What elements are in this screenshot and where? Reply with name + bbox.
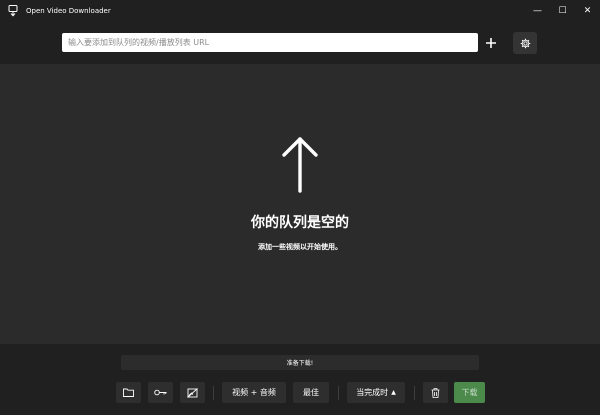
url-input[interactable] [62, 33, 478, 52]
maximize-button[interactable]: ☐ [550, 0, 575, 22]
no-image-icon [187, 387, 198, 398]
format-label: 视频 + 音频 [232, 388, 276, 397]
title-bar: Open Video Downloader — ☐ ✕ [0, 0, 600, 22]
status-bar: 准备下载! [121, 355, 479, 370]
queue-area: 你的队列是空的 添加一些视频以开始使用。 [0, 64, 600, 344]
bottom-toolbar: 准备下载! 视频 + 音频 最佳 当完成时 ▲ 下载 [0, 344, 600, 415]
trash-icon [431, 387, 440, 398]
window-title: Open Video Downloader [26, 7, 111, 15]
empty-queue-title: 你的队列是空的 [251, 215, 349, 231]
minimize-button[interactable]: — [525, 0, 550, 22]
status-text: 准备下载! [286, 360, 314, 367]
folder-icon [123, 388, 134, 397]
format-select[interactable]: 视频 + 音频 [222, 382, 286, 403]
open-folder-button[interactable] [116, 382, 141, 403]
caret-up-icon: ▲ [391, 389, 396, 396]
settings-button[interactable] [513, 32, 537, 54]
cookies-button[interactable] [148, 382, 173, 403]
gear-icon [520, 38, 530, 48]
toolbar-divider [213, 386, 214, 400]
url-bar-area [0, 22, 600, 64]
toolbar-divider [414, 386, 415, 400]
toolbar-divider [338, 386, 339, 400]
download-label: 下载 [461, 388, 478, 397]
after-completion-label: 当完成时 [356, 388, 389, 397]
app-logo-icon [6, 4, 20, 18]
download-button[interactable]: 下载 [454, 382, 485, 403]
quality-select[interactable]: 最佳 [293, 382, 329, 403]
arrow-up-icon [282, 137, 318, 193]
after-completion-menu[interactable]: 当完成时 ▲ [347, 382, 405, 403]
empty-queue-subtitle: 添加一些视频以开始使用。 [258, 243, 342, 251]
window-controls: — ☐ ✕ [525, 0, 600, 22]
key-icon [154, 389, 167, 396]
thumbnail-toggle-button[interactable] [180, 382, 205, 403]
close-button[interactable]: ✕ [575, 0, 600, 22]
clear-queue-button[interactable] [423, 382, 448, 403]
plus-icon [486, 38, 496, 48]
add-button[interactable] [479, 33, 503, 53]
quality-label: 最佳 [303, 388, 319, 397]
